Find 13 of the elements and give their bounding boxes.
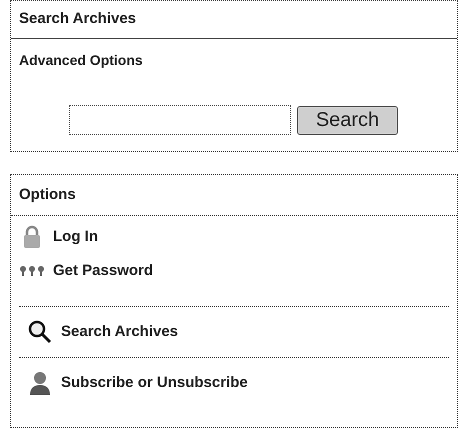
person-icon: [29, 371, 51, 395]
option-link[interactable]: Get Password: [53, 260, 154, 282]
search-button[interactable]: Search: [297, 106, 398, 134]
option-link[interactable]: Search Archives: [61, 320, 178, 344]
panel-title: Search Archives: [19, 9, 136, 30]
panel-title: Options: [19, 184, 76, 205]
option-link[interactable]: Subscribe or Unsubscribe: [61, 372, 248, 394]
option-link[interactable]: Log In: [53, 226, 98, 248]
advanced-options-link[interactable]: Advanced Options: [19, 52, 143, 68]
padlock-icon: [23, 225, 41, 249]
search-icon: [28, 320, 52, 344]
search-field[interactable]: [69, 105, 291, 135]
keys-icon: [19, 265, 45, 277]
